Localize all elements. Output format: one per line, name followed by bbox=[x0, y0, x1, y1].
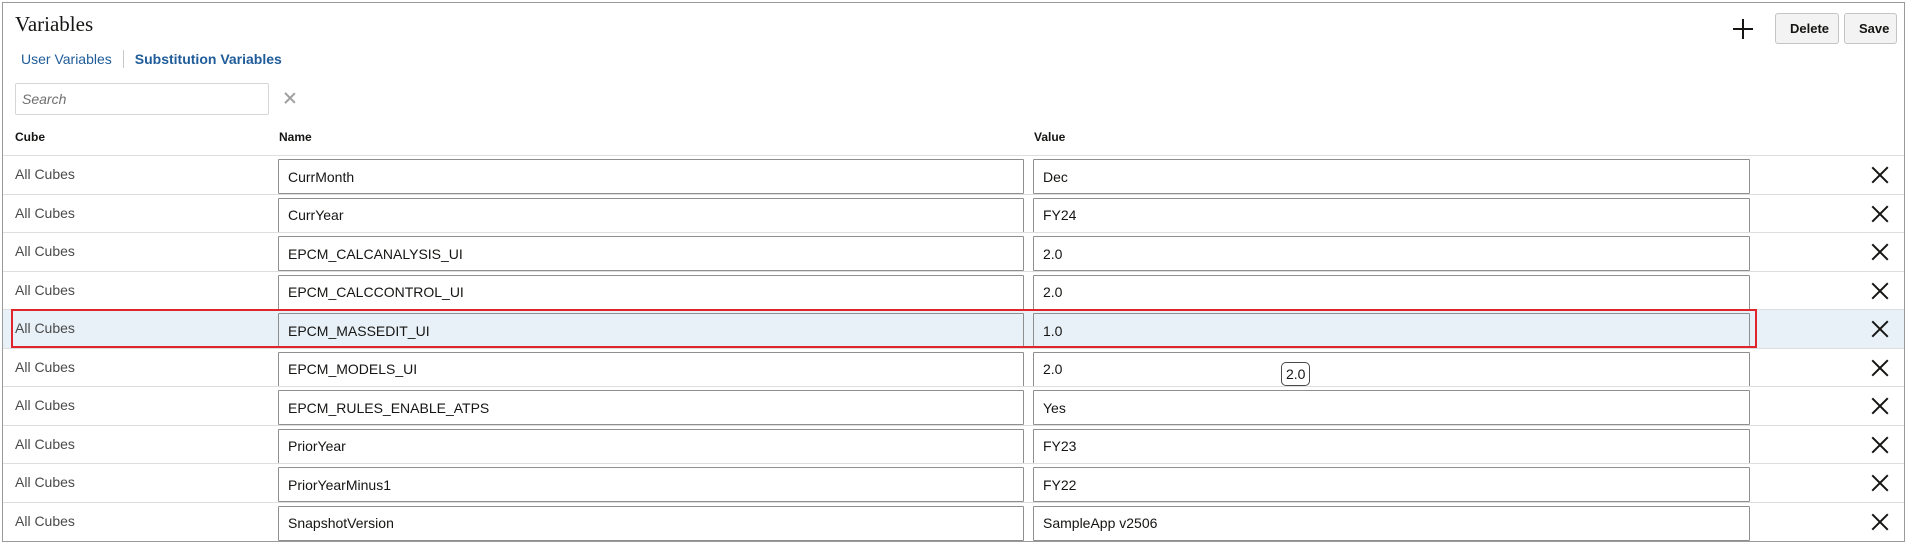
variable-value-input[interactable] bbox=[1033, 428, 1750, 464]
cube-cell: All Cubes bbox=[15, 397, 75, 413]
variables-table: All Cubes All Cubes All Cubes All Cubes All … bbox=[3, 155, 1904, 541]
cube-cell: All Cubes bbox=[15, 204, 75, 221]
close-icon[interactable] bbox=[1871, 166, 1889, 184]
cube-cell: All Cubes bbox=[15, 166, 75, 182]
column-header-name: Name bbox=[279, 130, 312, 144]
variable-tabs: User Variables Substitution Variables bbox=[21, 49, 282, 69]
column-header-value: Value bbox=[1034, 130, 1066, 144]
table-row[interactable]: All Cubes bbox=[3, 270, 1904, 310]
close-icon[interactable] bbox=[1871, 320, 1889, 338]
close-icon[interactable] bbox=[1871, 436, 1889, 454]
toolbar: Delete Save bbox=[1728, 13, 1897, 44]
cube-cell: All Cubes bbox=[15, 435, 75, 452]
table-row[interactable]: All Cubes bbox=[3, 309, 1904, 348]
cube-cell: All Cubes bbox=[15, 474, 75, 490]
close-icon[interactable] bbox=[1871, 397, 1889, 415]
table-row[interactable]: All Cubes bbox=[3, 463, 1904, 502]
variable-value-input[interactable] bbox=[1033, 390, 1750, 425]
table-row[interactable]: All Cubes bbox=[3, 155, 1904, 194]
tab-user-variables[interactable]: User Variables bbox=[21, 51, 112, 67]
variable-name-input[interactable] bbox=[278, 313, 1024, 348]
close-icon[interactable] bbox=[1871, 359, 1889, 377]
cube-cell: All Cubes bbox=[15, 512, 75, 529]
variable-name-input[interactable] bbox=[278, 274, 1024, 310]
table-row[interactable]: All Cubes bbox=[3, 232, 1904, 271]
variable-name-input[interactable] bbox=[278, 236, 1024, 271]
variable-name-input[interactable] bbox=[278, 351, 1024, 387]
table-row[interactable]: All Cubes bbox=[3, 193, 1904, 233]
variables-panel: Variables User Variables Substitution Va… bbox=[2, 2, 1905, 542]
tab-divider bbox=[122, 50, 124, 68]
variable-value-input[interactable] bbox=[1033, 313, 1750, 348]
cube-cell: All Cubes bbox=[15, 281, 75, 298]
variable-value-input[interactable] bbox=[1033, 236, 1750, 271]
close-icon[interactable] bbox=[1871, 474, 1889, 492]
variable-value-input[interactable] bbox=[1033, 505, 1750, 541]
variable-name-input[interactable] bbox=[278, 467, 1024, 502]
variable-value-input[interactable] bbox=[1033, 197, 1750, 233]
variable-name-input[interactable] bbox=[278, 505, 1024, 541]
tab-substitution-variables[interactable]: Substitution Variables bbox=[135, 51, 282, 67]
variable-value-input[interactable] bbox=[1033, 351, 1750, 387]
cube-cell: All Cubes bbox=[15, 358, 75, 375]
variable-name-input[interactable] bbox=[278, 197, 1024, 233]
value-tooltip: 2.0 bbox=[1281, 362, 1311, 386]
search-input[interactable] bbox=[15, 83, 269, 115]
table-row[interactable]: All Cubes bbox=[3, 501, 1904, 541]
plus-icon[interactable] bbox=[1728, 14, 1758, 44]
variable-value-input[interactable] bbox=[1033, 159, 1750, 194]
variable-value-input[interactable] bbox=[1033, 274, 1750, 310]
variable-name-input[interactable] bbox=[278, 159, 1024, 194]
table-row[interactable]: All Cubes bbox=[3, 347, 1904, 387]
variable-name-input[interactable] bbox=[278, 390, 1024, 425]
table-row[interactable]: All Cubes bbox=[3, 424, 1904, 464]
cube-cell: All Cubes bbox=[15, 243, 75, 259]
table-row[interactable]: All Cubes bbox=[3, 386, 1904, 425]
save-button[interactable]: Save bbox=[1844, 13, 1897, 44]
delete-button[interactable]: Delete bbox=[1775, 13, 1839, 44]
close-icon[interactable] bbox=[282, 90, 298, 106]
variable-value-input[interactable] bbox=[1033, 467, 1750, 502]
page-title: Variables bbox=[15, 12, 94, 36]
cube-cell: All Cubes bbox=[15, 320, 75, 336]
column-header-cube: Cube bbox=[15, 130, 45, 144]
variable-name-input[interactable] bbox=[278, 428, 1024, 464]
close-icon[interactable] bbox=[1871, 282, 1889, 300]
close-icon[interactable] bbox=[1871, 243, 1889, 261]
close-icon[interactable] bbox=[1871, 205, 1889, 223]
close-icon[interactable] bbox=[1871, 513, 1889, 531]
